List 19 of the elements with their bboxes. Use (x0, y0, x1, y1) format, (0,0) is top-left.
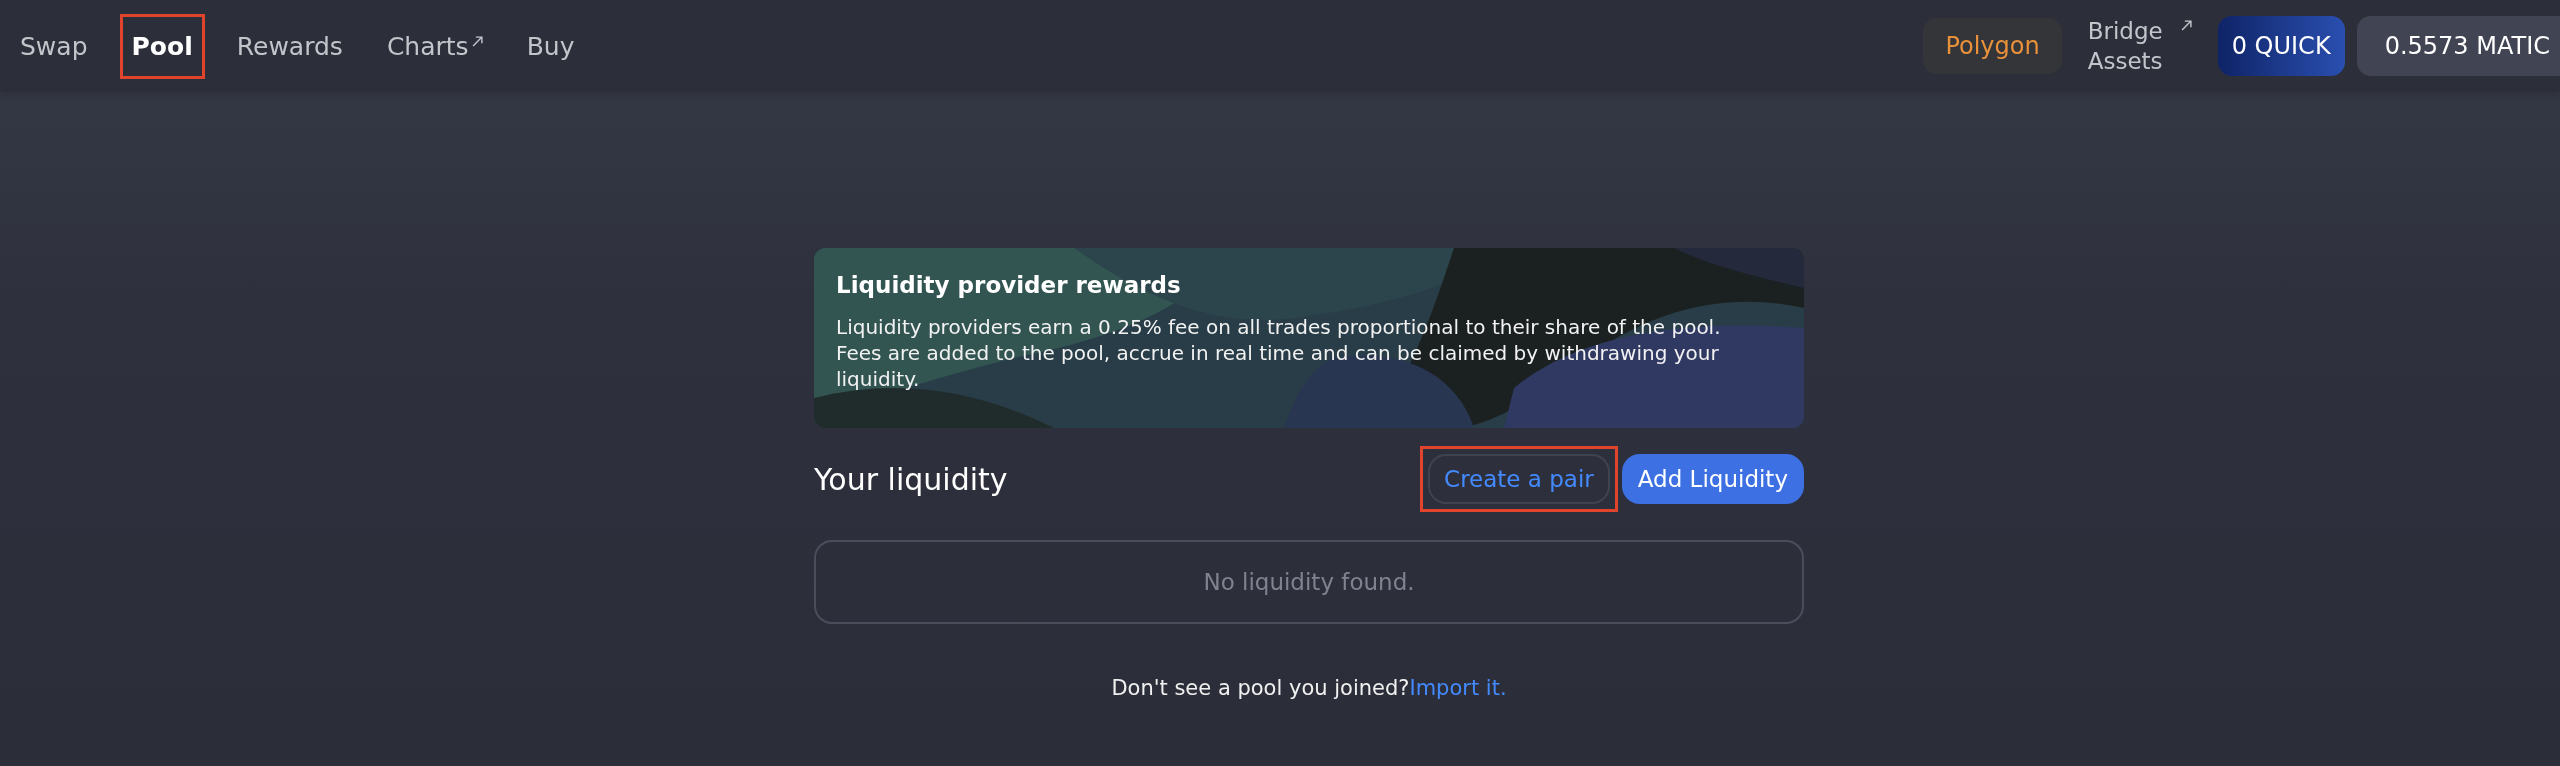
footer-text: Don't see a pool you joined? (1111, 676, 1410, 700)
add-liquidity-button[interactable]: Add Liquidity (1621, 454, 1804, 504)
nav-link[interactable]: Pool (125, 27, 199, 65)
nav-link[interactable]: Rewards (230, 27, 349, 65)
import-link[interactable]: Import it. (1409, 676, 1507, 700)
banner-title: Liquidity provider rewards (836, 272, 1182, 298)
section-heading: Your liquidity (814, 461, 1008, 497)
create-pair-button[interactable]: Create a pair (1428, 454, 1610, 504)
quick-balance-button[interactable]: 0 QUICK (2217, 16, 2345, 76)
matic-balance-button[interactable]: 0.5573 MATIC (2356, 16, 2560, 76)
nav-link[interactable]: Charts (380, 27, 489, 65)
bridge-link[interactable]: Bridge Assets (2087, 16, 2192, 76)
external-link-icon (2180, 20, 2192, 31)
nav-link[interactable]: Buy (520, 27, 581, 65)
empty-message: No liquidity found. (1203, 569, 1415, 595)
nav-link[interactable]: Swap (14, 27, 94, 65)
external-link-icon (471, 35, 483, 47)
network-button[interactable]: Polygon (1923, 18, 2062, 74)
banner-description: Liquidity providers earn a 0.25% fee on all trades proportional to their share of the pool. Fees are added to the pool, accrue in real time and can be claimed by withdrawing your liquidity. (836, 314, 1722, 392)
